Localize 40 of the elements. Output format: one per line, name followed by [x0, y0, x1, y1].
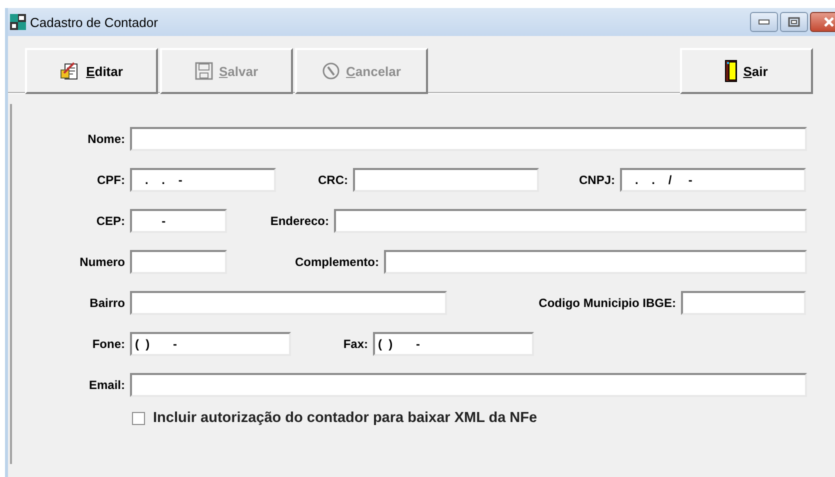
field-label: Complemento:	[294, 255, 379, 269]
edit-button[interactable]: Editar	[25, 48, 158, 94]
input-field[interactable]	[681, 291, 806, 315]
input-field[interactable]	[130, 291, 447, 315]
cancel-circle-icon	[322, 62, 340, 80]
maximize-button[interactable]	[780, 12, 808, 32]
input-field[interactable]	[384, 250, 807, 274]
input-field[interactable]	[130, 373, 807, 397]
minimize-button[interactable]	[750, 12, 778, 32]
field-label: CEP:	[95, 214, 125, 228]
checkbox-label: Incluir autorização do contador para baixar XML da NFe	[153, 410, 538, 426]
input-field[interactable]: . . -	[130, 168, 276, 192]
field-label: CNPJ:	[578, 173, 615, 187]
field-label: Fax:	[342, 337, 368, 351]
input-field[interactable]	[130, 127, 807, 151]
input-field[interactable]	[130, 250, 227, 274]
window-title: Cadastro de Contador	[30, 14, 158, 30]
document-pencil-icon	[60, 61, 80, 81]
input-field[interactable]: ( ) -	[130, 332, 291, 356]
input-field[interactable]: ( ) -	[373, 332, 534, 356]
app-icon	[10, 14, 26, 30]
field-label: Endereco:	[269, 214, 329, 228]
input-field[interactable]: . . / -	[620, 168, 806, 192]
input-field[interactable]	[334, 209, 807, 233]
field-label: CPF:	[96, 173, 125, 187]
input-field[interactable]	[353, 168, 539, 192]
close-icon	[823, 17, 835, 27]
maximize-icon	[788, 17, 800, 27]
field-label: Numero	[78, 255, 125, 269]
minimize-icon	[758, 19, 770, 25]
exit-button[interactable]: Sair	[680, 48, 813, 94]
field-label: Bairro	[88, 296, 125, 310]
field-label: Nome:	[86, 132, 125, 146]
input-field[interactable]: -	[130, 209, 227, 233]
field-label: Fone:	[91, 337, 125, 351]
field-label: Email:	[88, 378, 125, 392]
field-label: CRC:	[317, 173, 348, 187]
door-icon	[725, 60, 738, 82]
checkbox[interactable]	[132, 412, 145, 424]
field-label: Codigo Municipio IBGE:	[538, 296, 676, 310]
